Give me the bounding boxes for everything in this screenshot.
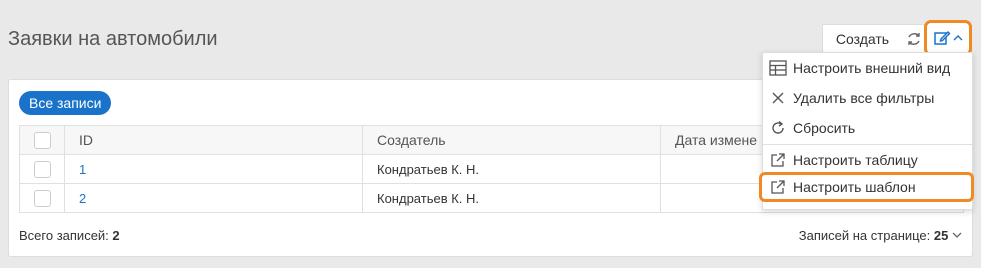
record-id-link[interactable]: 2 [79,191,86,206]
row-checkbox[interactable] [34,160,51,178]
reset-icon [769,119,787,137]
menu-item-reset[interactable]: Сбросить [763,113,972,143]
refresh-button[interactable] [902,24,926,54]
menu-item-label: Настроить шаблон [793,179,916,195]
external-link-icon [769,178,787,196]
column-header-id[interactable]: ID [64,125,363,155]
external-link-icon [769,151,787,169]
edit-menu-button[interactable] [924,20,972,56]
edit-dropdown-menu: Настроить внешний вид Удалить все фильтр… [759,52,974,210]
record-creator: Кондратьев К. Н. [362,154,661,184]
record-id-link[interactable]: 1 [79,162,86,177]
chevron-up-icon [953,29,963,47]
menu-item-configure-table[interactable]: Настроить таблицу [763,145,972,175]
menu-item-configure-template[interactable]: Настроить шаблон [759,172,974,202]
page-size-label: Записей на странице: [798,228,931,243]
menu-item-label: Удалить все фильтры [793,90,935,106]
all-records-filter[interactable]: Все записи [19,91,112,115]
record-creator: Кондратьев К. Н. [362,183,661,213]
total-records: Всего записей: 2 [19,228,120,243]
menu-item-customize-view[interactable]: Настроить внешний вид [763,53,972,83]
select-all-checkbox[interactable] [34,131,51,149]
page-size-selector[interactable]: Записей на странице: 25 [799,228,962,243]
menu-item-label: Настроить таблицу [793,152,918,168]
chevron-down-icon [952,230,962,240]
menu-item-label: Настроить внешний вид [793,60,951,76]
menu-item-label: Сбросить [793,120,856,136]
edit-icon [933,29,951,47]
total-records-value: 2 [112,228,120,243]
row-checkbox[interactable] [34,189,51,207]
total-records-label: Всего записей: [19,228,109,243]
close-icon [769,89,787,107]
column-header-creator[interactable]: Создатель [362,125,661,155]
refresh-icon [905,30,923,48]
page-title: Заявки на автомобили [8,28,218,50]
menu-item-clear-filters[interactable]: Удалить все фильтры [763,83,972,113]
page-size-value: 25 [933,228,949,243]
create-button[interactable]: Создать [822,24,902,54]
table-layout-icon [769,59,787,77]
